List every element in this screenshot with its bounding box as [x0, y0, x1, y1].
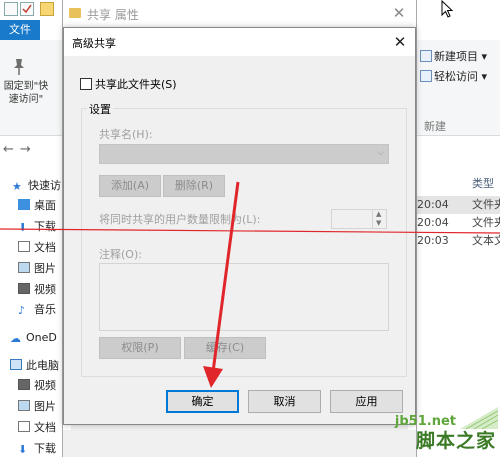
close-icon[interactable]: ✕ — [388, 31, 412, 53]
spinner-arrows[interactable]: ▲ ▼ — [372, 210, 386, 228]
ok-button[interactable]: 确定 — [166, 390, 239, 413]
cancel-button[interactable]: 取消 — [248, 390, 321, 413]
share-folder-label[interactable]: 共享此文件夹(S) — [95, 78, 177, 91]
navigation-pane: ★ 快速访 桌面 ⬇ 下载 文档 图片 视频 ♪ 音乐 ☁ OneD 此电脑 视频 图片… — [0, 170, 61, 457]
pin-to-quick-access-label[interactable]: 固定到"快速访问" — [2, 80, 50, 106]
add-button[interactable]: 添加(A) — [99, 175, 161, 197]
arrow-down-icon[interactable]: ▼ — [376, 219, 381, 227]
folder-icon[interactable] — [40, 2, 54, 16]
checkmark-icon[interactable] — [20, 2, 34, 16]
share-name-combobox[interactable]: ⌵ — [99, 144, 389, 164]
share-name-label: 共享名(H): — [99, 128, 153, 141]
properties-title: 共享 属性 — [87, 8, 139, 22]
dialog-titlebar: 高级共享 ✕ — [64, 28, 415, 56]
folder-icon — [69, 8, 81, 18]
close-icon[interactable]: ✕ — [388, 3, 410, 23]
comment-label: 注释(O): — [99, 248, 142, 261]
properties-icon[interactable] — [4, 2, 18, 16]
checkbox-box[interactable] — [80, 78, 92, 90]
picture-icon — [18, 262, 30, 273]
remove-button[interactable]: 删除(R) — [163, 175, 225, 197]
nav-arrows[interactable]: ←→ — [3, 142, 37, 157]
table-row[interactable]: 20:04 文件夹 — [415, 214, 500, 232]
apply-button[interactable]: 应用 — [330, 390, 403, 413]
settings-group-label: 设置 — [87, 101, 113, 117]
arrow-up-icon[interactable]: ▲ — [376, 210, 381, 218]
user-limit-label: 将同时共享的用户数量限制为(L): — [99, 213, 261, 226]
star-icon: ★ — [12, 180, 22, 193]
easy-access-icon — [420, 70, 432, 82]
document-icon — [18, 421, 30, 432]
advanced-sharing-dialog: 高级共享 ✕ 共享此文件夹(S) 设置 共享名(H): ⌵ 添加(A) 删除(R… — [63, 27, 416, 425]
dialog-title: 高级共享 — [72, 37, 116, 50]
cloud-icon: ☁ — [10, 332, 21, 345]
table-row[interactable]: 20:04 文件夹 — [415, 196, 500, 214]
video-icon — [18, 283, 30, 294]
computer-icon — [10, 359, 22, 370]
download-icon: ⬇ — [18, 443, 28, 456]
file-tab[interactable]: 文件 — [0, 20, 40, 40]
picture-icon — [18, 400, 30, 411]
nav-item-this-pc[interactable]: 此电脑 — [10, 357, 70, 375]
table-row[interactable]: 20:03 文本文 — [415, 232, 500, 250]
easy-access-button[interactable]: 轻松访问 ▾ — [420, 68, 487, 84]
new-item-button[interactable]: 新建项目 ▾ — [420, 48, 487, 64]
chevron-down-icon: ⌵ — [377, 148, 384, 158]
document-icon — [18, 241, 30, 252]
user-limit-spinner[interactable]: ▲ ▼ — [331, 209, 387, 229]
cache-button[interactable]: 缓存(C) — [184, 337, 266, 359]
properties-footer — [63, 430, 416, 457]
download-icon: ⬇ — [18, 221, 28, 234]
nav-item-onedrive[interactable]: ☁ OneD — [10, 329, 70, 347]
comment-textarea[interactable] — [99, 263, 389, 331]
column-header-type[interactable]: 类型 — [472, 175, 494, 191]
ribbon-group-new-label: 新建 — [424, 120, 446, 133]
share-folder-checkbox[interactable]: 共享此文件夹(S) — [80, 76, 177, 92]
file-list: 类型 20:04 文件夹 20:04 文件夹 20:03 文本文 — [415, 170, 500, 270]
desktop-icon — [18, 199, 30, 210]
watermark-name: 脚本之家 — [415, 430, 496, 452]
permissions-button[interactable]: 权限(P) — [99, 337, 181, 359]
pin-icon[interactable] — [11, 58, 27, 80]
new-item-icon — [420, 50, 432, 62]
mouse-cursor-icon — [441, 0, 454, 18]
music-icon: ♪ — [18, 304, 26, 317]
video-icon — [18, 379, 30, 390]
properties-titlebar: 共享 属性 ✕ — [63, 0, 416, 28]
